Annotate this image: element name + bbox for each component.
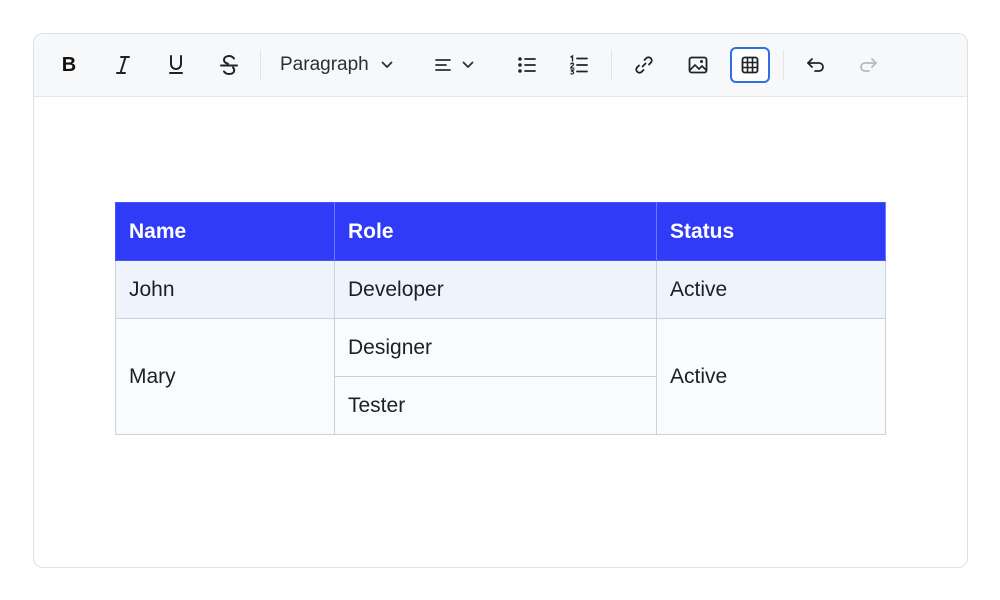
toolbar-separator: [611, 50, 612, 80]
align-left-icon: [435, 59, 451, 71]
editor-toolbar: B Paragraph: [34, 34, 967, 97]
italic-button[interactable]: [108, 47, 138, 83]
table-cell-status[interactable]: Active: [656, 260, 886, 319]
chevron-down-icon: [462, 61, 474, 68]
rich-text-editor: B Paragraph Name Role Status John Develo…: [33, 33, 968, 568]
redo-button[interactable]: [853, 47, 883, 83]
table-cell-role[interactable]: Tester: [334, 376, 657, 435]
data-table[interactable]: Name Role Status John Developer Active M…: [115, 202, 886, 435]
bullet-list-button[interactable]: [512, 47, 542, 83]
table-cell-name[interactable]: Mary: [115, 318, 335, 435]
image-button[interactable]: [682, 47, 714, 83]
paragraph-style-dropdown[interactable]: Paragraph: [280, 47, 410, 83]
undo-icon: [807, 58, 824, 72]
underline-icon: [169, 55, 183, 74]
table-cell-name[interactable]: John: [115, 260, 335, 319]
editor-content[interactable]: Name Role Status John Developer Active M…: [34, 97, 967, 567]
table-cell-status[interactable]: Active: [656, 318, 886, 435]
header-cell-role[interactable]: Role: [334, 202, 657, 261]
table-row: Mary Designer Active: [115, 318, 886, 435]
undo-button[interactable]: [801, 47, 831, 83]
bullet-list-icon: [518, 57, 536, 73]
header-cell-name[interactable]: Name: [115, 202, 335, 261]
paragraph-style-label: Paragraph: [280, 54, 369, 75]
align-dropdown[interactable]: [434, 47, 484, 83]
table-button[interactable]: [730, 47, 770, 83]
numbered-list-button[interactable]: [564, 47, 594, 83]
link-button[interactable]: [629, 47, 659, 83]
numbered-list-icon: [570, 55, 588, 75]
underline-button[interactable]: [161, 47, 191, 83]
bold-icon: B: [61, 53, 77, 76]
header-cell-status[interactable]: Status: [656, 202, 886, 261]
table-cell-role[interactable]: Developer: [334, 260, 657, 319]
table-row: John Developer Active: [115, 260, 886, 319]
table-icon: [741, 56, 759, 74]
redo-icon: [860, 58, 877, 72]
table-header-row: Name Role Status: [115, 202, 886, 261]
toolbar-separator: [783, 50, 784, 80]
image-icon: [688, 56, 708, 74]
link-icon: [635, 56, 653, 74]
strikethrough-button[interactable]: [214, 47, 244, 83]
bold-button[interactable]: B: [54, 47, 84, 83]
strikethrough-icon: [220, 54, 238, 76]
toolbar-separator: [260, 50, 261, 80]
italic-icon: [116, 56, 130, 74]
table-cell-role[interactable]: Designer: [334, 318, 657, 377]
chevron-down-icon: [381, 61, 393, 68]
